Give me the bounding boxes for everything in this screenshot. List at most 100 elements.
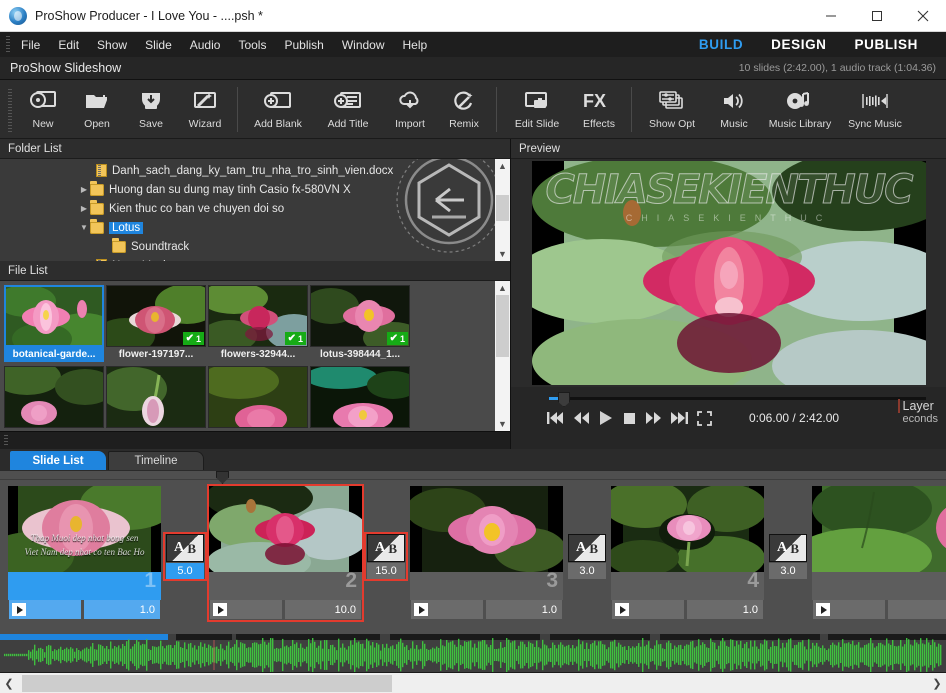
menu-tools[interactable]: Tools xyxy=(229,35,275,55)
slide-play-button[interactable] xyxy=(813,600,885,619)
slide-item[interactable]: Thap Muoi dep nhat bong sen Viet Nam dep… xyxy=(6,484,163,622)
tree-row[interactable]: ▶ Kien thuc co ban ve chuyen doi so xyxy=(0,199,495,218)
file-thumbnail[interactable]: ✔ 1 xyxy=(208,285,308,347)
chevron-right-icon[interactable]: ▶ xyxy=(78,203,90,215)
mode-tab-design[interactable]: DESIGN xyxy=(757,37,840,52)
chevron-down-icon[interactable]: ▼ xyxy=(78,222,90,234)
minimize-icon[interactable] xyxy=(808,0,854,32)
rewind-icon[interactable] xyxy=(573,411,590,425)
fullscreen-icon[interactable] xyxy=(697,410,712,426)
transition-inner[interactable]: A B 15.0 xyxy=(364,532,408,581)
toolbar-music-library[interactable]: Music Library xyxy=(761,84,839,130)
slide-duration[interactable]: 10.0 xyxy=(285,600,361,619)
file-thumbnail-grid[interactable]: botanical-garde... ✔ 1 flower-197197... … xyxy=(0,281,495,431)
transition-inner[interactable]: A B 3.0 xyxy=(565,532,609,581)
tree-row[interactable]: Soundtrack xyxy=(0,237,495,256)
slide-item[interactable]: 5 xyxy=(810,484,946,622)
slide-thumbnail[interactable] xyxy=(410,486,563,572)
chevron-right-icon[interactable]: ▶ xyxy=(78,184,90,196)
menu-help[interactable]: Help xyxy=(394,35,437,55)
slide-item[interactable]: 3 1.0 xyxy=(408,484,565,622)
tab-timeline[interactable]: Timeline xyxy=(108,451,204,470)
tree-row[interactable]: ▶ Huong dan su dung may tinh Casio fx-58… xyxy=(0,180,495,199)
slide-thumbnail[interactable] xyxy=(812,486,946,572)
slide-card-inner[interactable]: 4 1.0 xyxy=(609,484,766,622)
slide-duration[interactable] xyxy=(888,600,946,619)
toolbar-import[interactable]: Import xyxy=(383,84,437,130)
toolbar-add-title[interactable]: Add Title xyxy=(313,84,383,130)
folder-list-scrollbar[interactable]: ▲ ▼ xyxy=(495,159,510,261)
slide-play-button[interactable] xyxy=(9,600,81,619)
file-item[interactable] xyxy=(208,366,308,428)
slide-duration[interactable]: 1.0 xyxy=(486,600,562,619)
slide-card-inner[interactable]: 5 xyxy=(810,484,946,622)
slide-thumbnail[interactable] xyxy=(611,486,764,572)
fast-forward-icon[interactable] xyxy=(645,411,662,425)
scroll-track[interactable] xyxy=(495,295,510,417)
timeline-scrollbar[interactable]: ❮ ❯ xyxy=(0,672,946,693)
transition-duration[interactable]: 15.0 xyxy=(367,563,405,579)
toolbar-open[interactable]: Open xyxy=(70,84,124,130)
scroll-track[interactable] xyxy=(18,672,928,693)
toolbar-sync-music[interactable]: Sync Music xyxy=(839,84,911,130)
transition-inner[interactable]: A B 5.0 xyxy=(163,532,207,581)
folder-tree[interactable]: Danh_sach_dang_ky_tam_tru_nha_tro_sinh_v… xyxy=(0,159,495,261)
slide-duration[interactable]: 1.0 xyxy=(84,600,160,619)
file-thumbnail[interactable] xyxy=(310,366,410,428)
tree-row-selected[interactable]: ▼ Lotus xyxy=(0,218,495,237)
toolbar-wizard[interactable]: Wizard xyxy=(178,84,232,130)
slide-play-button[interactable] xyxy=(612,600,684,619)
file-item[interactable]: ✔ 1 flower-197197... xyxy=(106,285,206,362)
scroll-track[interactable] xyxy=(495,173,510,247)
menu-file[interactable]: File xyxy=(12,35,49,55)
toolbar-save[interactable]: Save xyxy=(124,84,178,130)
play-icon[interactable] xyxy=(599,410,614,426)
close-icon[interactable] xyxy=(900,0,946,32)
maximize-icon[interactable] xyxy=(854,0,900,32)
transition-duration[interactable]: 5.0 xyxy=(166,563,204,579)
slide-play-button[interactable] xyxy=(210,600,282,619)
scroll-thumb[interactable] xyxy=(496,195,509,221)
chevron-left-icon[interactable]: ❮ xyxy=(0,673,18,693)
file-item[interactable]: ✔ 1 lotus-398444_1... xyxy=(310,285,410,362)
preview-frame[interactable]: CHIASEKIENTHUC CHIASEKIENTHUC xyxy=(531,161,926,385)
chevron-down-icon[interactable]: ▼ xyxy=(495,247,510,261)
audio-waveform[interactable] xyxy=(0,638,946,672)
slide-play-button[interactable] xyxy=(411,600,483,619)
transition-item[interactable]: A B 3.0 xyxy=(565,532,609,581)
file-thumbnail[interactable]: ✔ 1 xyxy=(310,285,410,347)
toolbar-music[interactable]: Music xyxy=(707,84,761,130)
toolbar-edit-slide[interactable]: Edit Slide xyxy=(502,84,572,130)
slide-item[interactable]: 2 10.0 xyxy=(207,484,364,622)
toolbar-new[interactable]: New xyxy=(16,84,70,130)
slide-card-inner[interactable]: 3 1.0 xyxy=(408,484,565,622)
file-thumbnail[interactable] xyxy=(4,285,104,347)
toolbar-show-opt[interactable]: Show Opt xyxy=(637,84,707,130)
slide-list-area[interactable]: Thap Muoi dep nhat bong sen Viet Nam dep… xyxy=(0,470,946,634)
file-item[interactable] xyxy=(310,366,410,428)
seek-track[interactable] xyxy=(549,397,926,400)
preview-seek-bar[interactable] xyxy=(525,392,932,407)
menu-edit[interactable]: Edit xyxy=(49,35,88,55)
file-list-scrollbar[interactable]: ▲ ▼ xyxy=(495,281,510,431)
file-thumbnail[interactable] xyxy=(106,366,206,428)
transition-item[interactable]: A B 15.0 xyxy=(364,532,408,581)
file-item[interactable] xyxy=(4,366,104,428)
toolbar-grip[interactable] xyxy=(8,89,12,133)
transition-item[interactable]: A B 3.0 xyxy=(766,532,810,581)
transition-ab-icon[interactable]: A B xyxy=(367,534,405,562)
menu-audio[interactable]: Audio xyxy=(181,35,230,55)
preview-stage[interactable]: CHIASEKIENTHUC CHIASEKIENTHUC xyxy=(511,159,946,387)
slide-thumbnail[interactable]: Thap Muoi dep nhat bong sen Viet Nam dep… xyxy=(8,486,161,572)
scroll-thumb[interactable] xyxy=(496,295,509,357)
menu-show[interactable]: Show xyxy=(88,35,136,55)
skip-back-icon[interactable] xyxy=(547,411,564,425)
transition-ab-icon[interactable]: A B xyxy=(769,534,807,562)
slide-card-inner[interactable]: 2 10.0 xyxy=(207,484,364,622)
scroll-thumb[interactable] xyxy=(22,674,392,692)
mode-tab-publish[interactable]: PUBLISH xyxy=(841,37,932,52)
file-thumbnail[interactable] xyxy=(4,366,104,428)
toolbar-effects[interactable]: FX Effects xyxy=(572,84,626,130)
toolbar-remix[interactable]: Remix xyxy=(437,84,491,130)
transition-inner[interactable]: A B 3.0 xyxy=(766,532,810,581)
